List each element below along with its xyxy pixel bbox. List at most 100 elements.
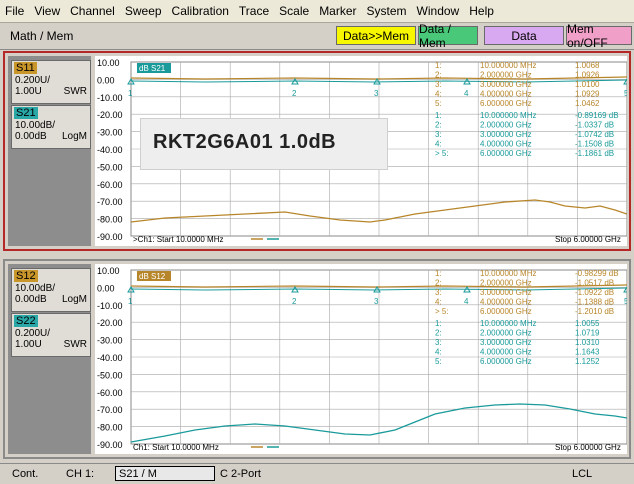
data-to-mem-button[interactable]: Data>>Mem xyxy=(336,26,416,45)
trace-name: S22 xyxy=(14,315,38,327)
marker-freq: 6.000000 GHz xyxy=(480,307,532,316)
trace-button-s12[interactable]: S12 10.00dB/ 0.00dB LogM xyxy=(11,268,91,312)
status-mode: Cont. xyxy=(12,468,39,480)
menu-calibration[interactable]: Calibration xyxy=(167,4,234,18)
trace-tag: dB S12 xyxy=(139,272,166,281)
y-tick-label: -30.00 xyxy=(97,128,123,138)
marker-freq: 3.000000 GHz xyxy=(480,338,532,347)
y-tick-label: -70.00 xyxy=(97,197,123,207)
plot-area[interactable]: 10.00 0.00 -10.00 -20.00 -30.00 -40.00 -50.00 -… xyxy=(95,264,627,454)
menu-marker[interactable]: Marker xyxy=(314,4,361,18)
menu-channel[interactable]: Channel xyxy=(65,4,120,18)
data-div-mem-button[interactable]: Data / Mem xyxy=(418,22,478,50)
marker-value: 1.0068 xyxy=(575,61,600,70)
trace-name: S21 xyxy=(14,107,38,119)
marker-index: 5: xyxy=(435,357,442,366)
y-tick-label: -20.00 xyxy=(97,318,123,328)
marker-index: > 5: xyxy=(435,307,449,316)
softkey-title: Math / Mem xyxy=(10,29,74,43)
marker-index: 1: xyxy=(435,61,442,70)
status-trace: S21 / M xyxy=(119,468,157,480)
marker-number: 2 xyxy=(292,297,297,306)
marker-value: 1.0100 xyxy=(575,80,600,89)
menu-help[interactable]: Help xyxy=(464,4,499,18)
marker-index: 4: xyxy=(435,140,442,149)
softkey-bar: Math / Mem Data>>Mem Data / Mem Data Mem… xyxy=(0,22,634,50)
marker-freq: 2.000000 GHz xyxy=(480,329,532,338)
y-tick-label: -90.00 xyxy=(97,232,123,242)
marker-value: 1.0310 xyxy=(575,338,600,347)
menu-sweep[interactable]: Sweep xyxy=(120,4,167,18)
y-tick-label: -20.00 xyxy=(97,110,123,120)
marker-index: 3: xyxy=(435,130,442,139)
marker-freq: 4.000000 GHz xyxy=(480,140,532,149)
status-cal: C 2-Port xyxy=(220,468,261,480)
marker-value: 1.0719 xyxy=(575,329,600,338)
mem-on-off-button[interactable]: Mem on/OFF xyxy=(566,22,632,50)
marker-freq: 6.000000 GHz xyxy=(480,99,532,108)
y-tick-label: -80.00 xyxy=(97,215,123,225)
y-tick-label: -10.00 xyxy=(97,301,123,311)
y-tick-label: -40.00 xyxy=(97,353,123,363)
marker-number: 3 xyxy=(374,297,379,306)
marker-freq: 3.000000 GHz xyxy=(480,130,532,139)
marker-number: 5 xyxy=(624,297,627,306)
y-tick-label: 10.00 xyxy=(97,58,120,68)
marker-index: 3: xyxy=(435,80,442,89)
trace-button-s11[interactable]: S11 0.200U/ 1.00U SWR xyxy=(11,60,91,104)
trace-button-s22[interactable]: S22 0.200U/ 1.00U SWR xyxy=(11,313,91,357)
trace-format: SWR xyxy=(63,339,87,350)
menu-scale[interactable]: Scale xyxy=(274,4,314,18)
marker-number: 4 xyxy=(464,89,469,98)
marker-number: 1 xyxy=(128,89,133,98)
channel-window-2[interactable]: S12 10.00dB/ 0.00dB LogM S22 0.200U/ 1.0… xyxy=(3,259,631,459)
marker-value: 1.0929 xyxy=(575,90,600,99)
data-button[interactable]: Data xyxy=(484,26,564,45)
marker-value: 1.0462 xyxy=(575,99,600,108)
marker-number: 4 xyxy=(464,297,469,306)
marker-number: 2 xyxy=(292,89,297,98)
menu-view[interactable]: View xyxy=(29,4,65,18)
marker-value: -1.1508 dB xyxy=(575,140,614,149)
y-tick-label: -10.00 xyxy=(97,93,123,103)
marker-freq: 2.000000 GHz xyxy=(480,279,532,288)
trace-panel: S11 0.200U/ 1.00U SWR S21 10.00dB/ 0.00d… xyxy=(8,56,91,246)
marker-freq: 6.000000 GHz xyxy=(480,357,532,366)
status-channel: CH 1: xyxy=(66,468,95,480)
y-tick-label: 10.00 xyxy=(97,266,120,276)
marker-freq: 2.000000 GHz xyxy=(480,71,532,80)
menu-window[interactable]: Window xyxy=(412,4,465,18)
trace-tag: dB S21 xyxy=(139,64,166,73)
marker-value: -0.98299 dB xyxy=(575,269,619,278)
y-tick-label: -80.00 xyxy=(97,423,123,433)
marker-value: 1.1252 xyxy=(575,357,600,366)
marker-freq: 6.000000 GHz xyxy=(480,149,532,158)
marker-index: 2: xyxy=(435,71,442,80)
marker-number: 3 xyxy=(374,89,379,98)
marker-value: -1.1861 dB xyxy=(575,149,614,158)
marker-index: 2: xyxy=(435,329,442,338)
menu-system[interactable]: System xyxy=(362,4,412,18)
menu-trace[interactable]: Trace xyxy=(234,4,274,18)
trace-scale: 10.00dB/ xyxy=(15,120,56,131)
trace-ref: 0.00dB xyxy=(15,294,47,305)
trace-scale: 0.200U/ xyxy=(15,75,51,86)
marker-freq: 4.000000 GHz xyxy=(480,298,532,307)
trace-format: SWR xyxy=(63,86,87,97)
trace-button-s21[interactable]: S21 10.00dB/ 0.00dB LogM xyxy=(11,105,91,149)
marker-freq: 4.000000 GHz xyxy=(480,348,532,357)
marker-value: -0.89169 dB xyxy=(575,111,619,120)
overlay-text: RKT2G6A01 1.0dB xyxy=(153,131,337,153)
trace-ref: 1.00U xyxy=(15,86,42,97)
trace-graph: 10.00 0.00 -10.00 -20.00 -30.00 -40.00 -50.00 -… xyxy=(97,266,627,452)
y-tick-label: -70.00 xyxy=(97,405,123,415)
marker-value: 1.0926 xyxy=(575,71,600,80)
marker-freq: 10.000000 MHz xyxy=(480,319,536,328)
marker-freq: 3.000000 GHz xyxy=(480,288,532,297)
y-tick-label: -30.00 xyxy=(97,336,123,346)
marker-freq: 10.000000 MHz xyxy=(480,111,536,120)
marker-value: -1.0517 dB xyxy=(575,279,614,288)
y-tick-label: -60.00 xyxy=(97,388,123,398)
marker-value: -1.0337 dB xyxy=(575,121,614,130)
menu-file[interactable]: File xyxy=(0,4,29,18)
